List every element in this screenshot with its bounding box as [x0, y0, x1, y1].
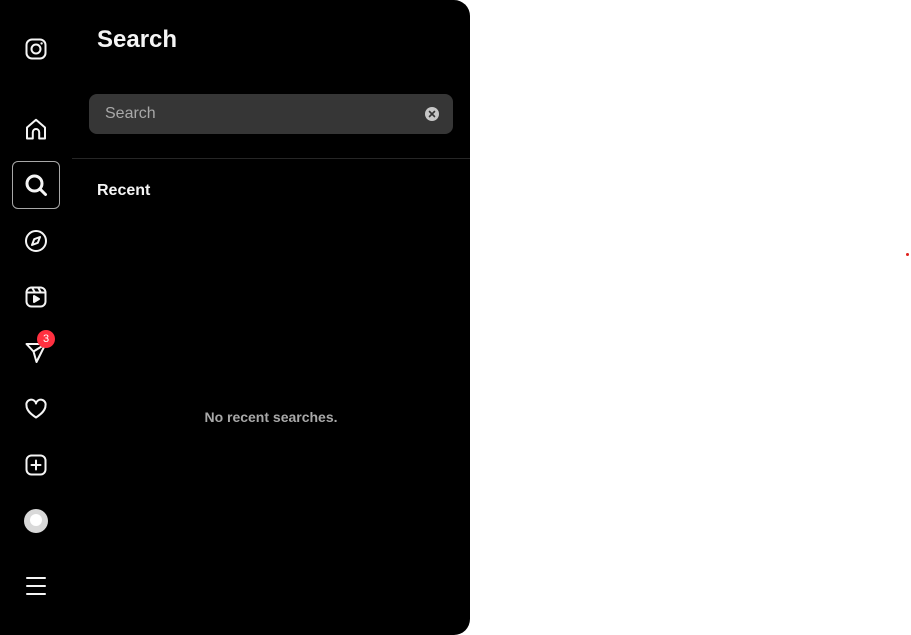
avatar	[24, 509, 48, 533]
search-box	[89, 94, 453, 134]
divider	[72, 158, 470, 159]
close-icon	[428, 110, 436, 118]
instagram-icon	[25, 38, 47, 60]
search-panel: Search Recent No recent searches.	[72, 0, 470, 635]
indicator-dot	[906, 253, 909, 256]
sidebar: 3	[0, 0, 72, 635]
sidebar-item-profile[interactable]	[12, 497, 60, 545]
heart-icon	[25, 398, 47, 419]
plus-square-icon	[25, 454, 47, 476]
sidebar-item-instagram-logo[interactable]	[12, 25, 60, 73]
sidebar-item-reels[interactable]	[12, 273, 60, 321]
sidebar-item-explore[interactable]	[12, 217, 60, 265]
home-icon	[26, 118, 46, 140]
sidebar-item-home[interactable]	[12, 105, 60, 153]
sidebar-item-create[interactable]	[12, 441, 60, 489]
compass-icon	[25, 230, 47, 252]
sidebar-item-search[interactable]	[12, 161, 60, 209]
recent-heading: Recent	[97, 182, 151, 199]
sidebar-item-messages[interactable]: 3	[12, 329, 60, 377]
empty-state-message: No recent searches.	[204, 409, 338, 425]
reels-icon	[25, 286, 47, 308]
search-icon	[25, 174, 47, 196]
sidebar-item-more[interactable]	[12, 562, 60, 610]
messages-badge: 3	[37, 330, 55, 348]
clear-search-button[interactable]	[425, 107, 439, 121]
sidebar-item-notifications[interactable]	[12, 385, 60, 433]
app-window: 3 Search Search Recent No recent searche…	[0, 0, 911, 635]
menu-icon	[26, 577, 46, 595]
search-input[interactable]	[89, 94, 419, 134]
page-title: Search	[97, 26, 178, 53]
